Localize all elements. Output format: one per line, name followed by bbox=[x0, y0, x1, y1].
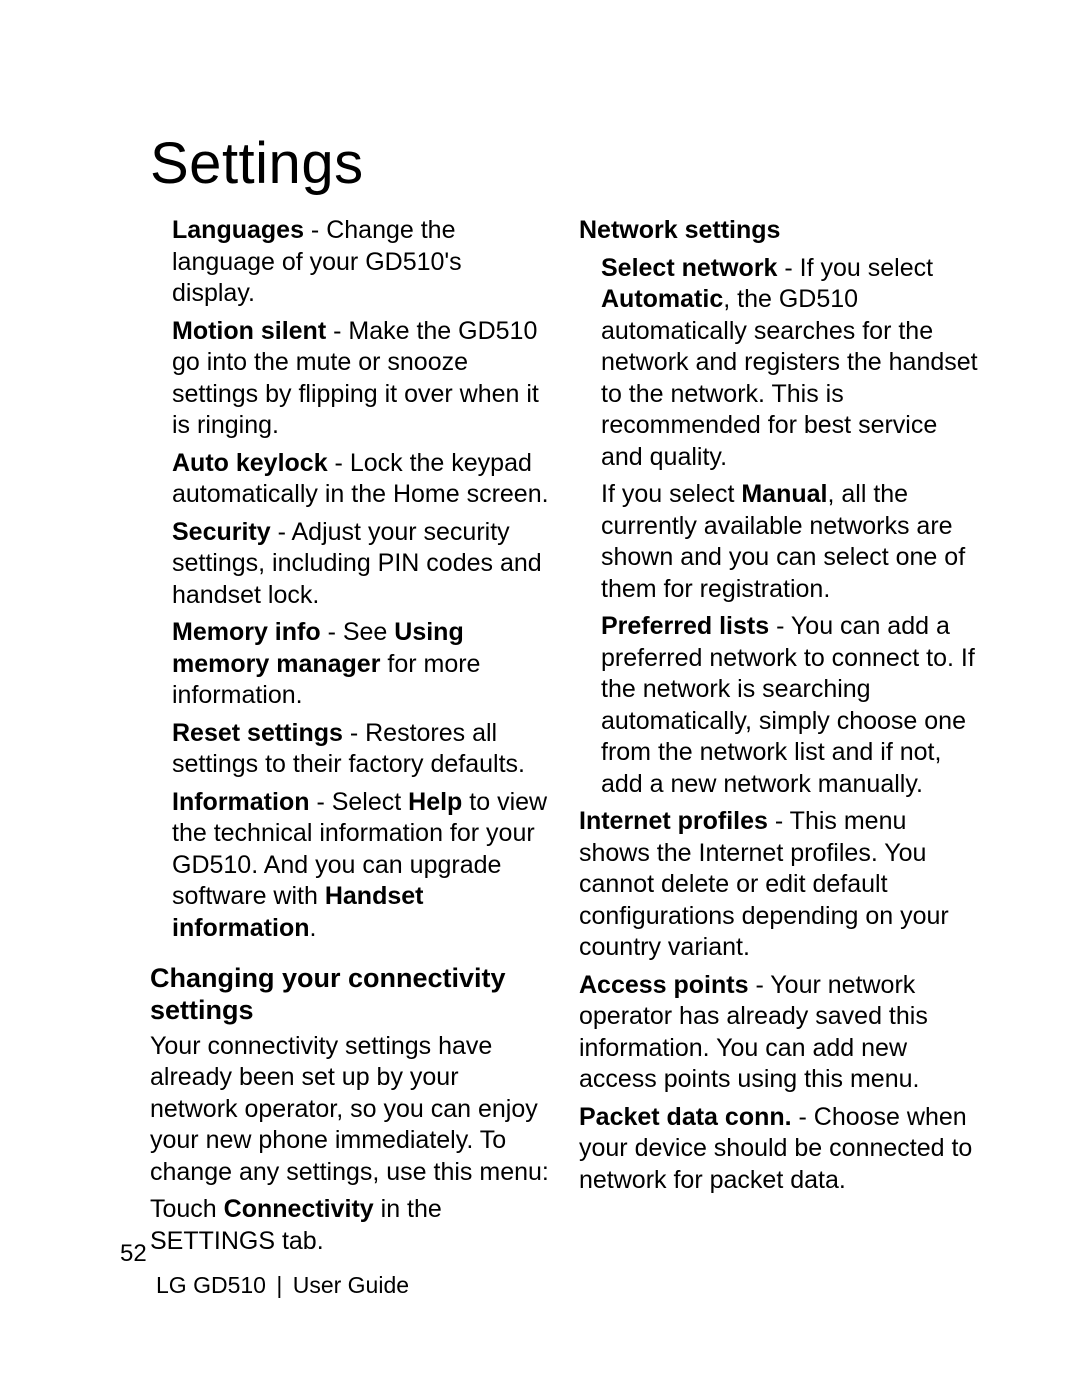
left-column: Languages - Change the language of your … bbox=[150, 215, 551, 1263]
item-preferred-lists: Preferred lists - You can add a preferre… bbox=[579, 611, 980, 800]
two-column-body: Languages - Change the language of your … bbox=[150, 215, 980, 1263]
item-select-network: Select network - If you select Automatic… bbox=[579, 253, 980, 474]
item-motion-silent: Motion silent - Make the GD510 go into t… bbox=[150, 316, 551, 442]
footer-divider: | bbox=[276, 1272, 282, 1298]
item-languages: Languages - Change the language of your … bbox=[150, 215, 551, 310]
item-security: Security - Adjust your security settings… bbox=[150, 517, 551, 612]
manual-page: Settings Languages - Change the language… bbox=[0, 0, 1080, 1388]
item-reset-settings: Reset settings - Restores all settings t… bbox=[150, 718, 551, 781]
item-memory-info: Memory info - See Using memory manager f… bbox=[150, 617, 551, 712]
subheading-connectivity: Changing your connectivity settings bbox=[150, 962, 551, 1027]
footer-model-guide: LG GD510 | User Guide bbox=[156, 1272, 409, 1298]
connectivity-intro: Your connectivity settings have already … bbox=[150, 1031, 551, 1189]
item-auto-keylock: Auto keylock - Lock the keypad automatic… bbox=[150, 448, 551, 511]
item-internet-profiles: Internet profiles - This menu shows the … bbox=[579, 806, 980, 964]
item-packet-data: Packet data conn. - Choose when your dev… bbox=[579, 1102, 980, 1197]
network-settings-title: Network settings bbox=[579, 215, 980, 247]
page-number: 52 bbox=[120, 1240, 409, 1268]
item-select-network-manual: If you select Manual, all the currently … bbox=[579, 479, 980, 605]
right-column: Network settings Select network - If you… bbox=[579, 215, 980, 1263]
page-footer: 52 LG GD510 | User Guide bbox=[108, 1240, 409, 1300]
item-information: Information - Select Help to view the te… bbox=[150, 787, 551, 945]
item-access-points: Access points - Your network operator ha… bbox=[579, 970, 980, 1096]
page-title: Settings bbox=[150, 130, 980, 197]
